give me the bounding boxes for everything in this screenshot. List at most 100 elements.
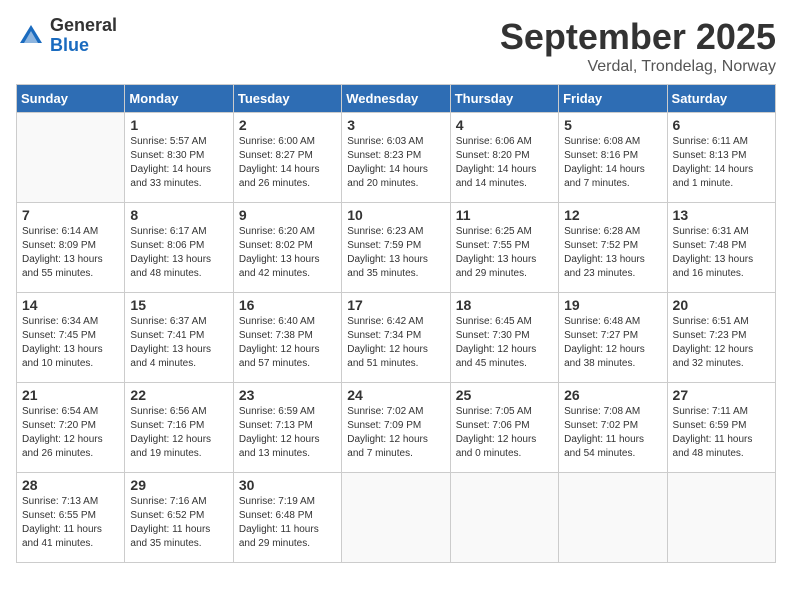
day-number: 15 bbox=[130, 297, 227, 313]
calendar-cell: 22Sunrise: 6:56 AM Sunset: 7:16 PM Dayli… bbox=[125, 383, 233, 473]
calendar-table: SundayMondayTuesdayWednesdayThursdayFrid… bbox=[16, 84, 776, 563]
calendar-cell: 8 Sunrise: 6:17 AM Sunset: 8:06 PM Daylig… bbox=[125, 203, 233, 293]
weekday-header: Saturday bbox=[667, 85, 775, 113]
day-number: 12 bbox=[564, 207, 661, 223]
day-info: Sunrise: 6:51 AM Sunset: 7:23 PM Dayligh… bbox=[673, 315, 770, 371]
weekday-header: Thursday bbox=[450, 85, 558, 113]
calendar-cell: 12 Sunrise: 6:28 AM Sunset: 7:52 PM Dayli… bbox=[559, 203, 667, 293]
logo-text: General Blue bbox=[50, 16, 117, 56]
logo-blue: Blue bbox=[50, 36, 117, 56]
calendar-cell bbox=[17, 113, 125, 203]
day-number: 27 bbox=[673, 387, 770, 403]
calendar-cell bbox=[450, 473, 558, 563]
day-number: 30 bbox=[239, 477, 336, 493]
day-info: Sunrise: 6:06 AM Sunset: 8:20 PM Dayligh… bbox=[456, 135, 553, 191]
day-number: 24 bbox=[347, 387, 444, 403]
day-info: Sunrise: 6:34 AM Sunset: 7:45 PM Dayligh… bbox=[22, 315, 119, 371]
calendar-cell: 10Sunrise: 6:23 AM Sunset: 7:59 PM Dayli… bbox=[342, 203, 450, 293]
day-info: Sunrise: 6:28 AM Sunset: 7:52 PM Dayligh… bbox=[564, 225, 661, 281]
day-number: 3 bbox=[347, 117, 444, 133]
day-number: 16 bbox=[239, 297, 336, 313]
day-number: 11 bbox=[456, 207, 553, 223]
weekday-header: Monday bbox=[125, 85, 233, 113]
day-info: Sunrise: 7:19 AM Sunset: 6:48 PM Dayligh… bbox=[239, 495, 336, 551]
weekday-header: Tuesday bbox=[233, 85, 341, 113]
calendar-week-row: 1 Sunrise: 5:57 AM Sunset: 8:30 PM Daylig… bbox=[17, 113, 776, 203]
calendar-cell: 9Sunrise: 6:20 AM Sunset: 8:02 PM Daylig… bbox=[233, 203, 341, 293]
weekday-header: Sunday bbox=[17, 85, 125, 113]
calendar-week-row: 14 Sunrise: 6:34 AM Sunset: 7:45 PM Dayli… bbox=[17, 293, 776, 383]
logo-general: General bbox=[50, 16, 117, 36]
calendar-week-row: 21 Sunrise: 6:54 AM Sunset: 7:20 PM Dayli… bbox=[17, 383, 776, 473]
calendar-cell: 1 Sunrise: 5:57 AM Sunset: 8:30 PM Daylig… bbox=[125, 113, 233, 203]
day-number: 14 bbox=[22, 297, 119, 313]
day-info: Sunrise: 6:31 AM Sunset: 7:48 PM Dayligh… bbox=[673, 225, 770, 281]
calendar-cell: 16 Sunrise: 6:40 AM Sunset: 7:38 PM Dayli… bbox=[233, 293, 341, 383]
day-info: Sunrise: 7:11 AM Sunset: 6:59 PM Dayligh… bbox=[673, 405, 770, 461]
calendar-cell: 19 Sunrise: 6:48 AM Sunset: 7:27 PM Dayli… bbox=[559, 293, 667, 383]
day-info: Sunrise: 6:08 AM Sunset: 8:16 PM Dayligh… bbox=[564, 135, 661, 191]
calendar-cell: 7 Sunrise: 6:14 AM Sunset: 8:09 PM Daylig… bbox=[17, 203, 125, 293]
calendar-cell: 23 Sunrise: 6:59 AM Sunset: 7:13 PM Dayli… bbox=[233, 383, 341, 473]
day-info: Sunrise: 7:02 AM Sunset: 7:09 PM Dayligh… bbox=[347, 405, 444, 461]
day-info: Sunrise: 7:08 AM Sunset: 7:02 PM Dayligh… bbox=[564, 405, 661, 461]
day-number: 28 bbox=[22, 477, 119, 493]
weekday-header: Wednesday bbox=[342, 85, 450, 113]
calendar-cell: 4 Sunrise: 6:06 AM Sunset: 8:20 PM Daylig… bbox=[450, 113, 558, 203]
day-info: Sunrise: 6:17 AM Sunset: 8:06 PM Dayligh… bbox=[130, 225, 227, 281]
logo: General Blue bbox=[16, 16, 117, 56]
calendar-cell: 15Sunrise: 6:37 AM Sunset: 7:41 PM Dayli… bbox=[125, 293, 233, 383]
day-info: Sunrise: 6:54 AM Sunset: 7:20 PM Dayligh… bbox=[22, 405, 119, 461]
month-title: September 2025 bbox=[500, 16, 776, 58]
day-info: Sunrise: 6:59 AM Sunset: 7:13 PM Dayligh… bbox=[239, 405, 336, 461]
calendar-cell: 14 Sunrise: 6:34 AM Sunset: 7:45 PM Dayli… bbox=[17, 293, 125, 383]
calendar-cell: 27 Sunrise: 7:11 AM Sunset: 6:59 PM Dayli… bbox=[667, 383, 775, 473]
day-info: Sunrise: 6:40 AM Sunset: 7:38 PM Dayligh… bbox=[239, 315, 336, 371]
calendar-cell: 17 Sunrise: 6:42 AM Sunset: 7:34 PM Dayli… bbox=[342, 293, 450, 383]
day-number: 23 bbox=[239, 387, 336, 403]
day-number: 2 bbox=[239, 117, 336, 133]
calendar-cell: 3 Sunrise: 6:03 AM Sunset: 8:23 PM Daylig… bbox=[342, 113, 450, 203]
title-section: September 2025 Verdal, Trondelag, Norway bbox=[500, 16, 776, 76]
day-number: 1 bbox=[130, 117, 227, 133]
day-info: Sunrise: 6:48 AM Sunset: 7:27 PM Dayligh… bbox=[564, 315, 661, 371]
day-info: Sunrise: 7:05 AM Sunset: 7:06 PM Dayligh… bbox=[456, 405, 553, 461]
calendar-week-row: 7 Sunrise: 6:14 AM Sunset: 8:09 PM Daylig… bbox=[17, 203, 776, 293]
calendar-cell bbox=[559, 473, 667, 563]
calendar-cell: 5 Sunrise: 6:08 AM Sunset: 8:16 PM Daylig… bbox=[559, 113, 667, 203]
day-number: 8 bbox=[130, 207, 227, 223]
day-info: Sunrise: 6:25 AM Sunset: 7:55 PM Dayligh… bbox=[456, 225, 553, 281]
calendar-cell: 26 Sunrise: 7:08 AM Sunset: 7:02 PM Dayli… bbox=[559, 383, 667, 473]
weekday-header: Friday bbox=[559, 85, 667, 113]
calendar-cell: 13Sunrise: 6:31 AM Sunset: 7:48 PM Dayli… bbox=[667, 203, 775, 293]
day-info: Sunrise: 6:23 AM Sunset: 7:59 PM Dayligh… bbox=[347, 225, 444, 281]
day-info: Sunrise: 6:03 AM Sunset: 8:23 PM Dayligh… bbox=[347, 135, 444, 191]
day-number: 6 bbox=[673, 117, 770, 133]
day-number: 26 bbox=[564, 387, 661, 403]
location: Verdal, Trondelag, Norway bbox=[500, 58, 776, 76]
calendar-cell: 18 Sunrise: 6:45 AM Sunset: 7:30 PM Dayli… bbox=[450, 293, 558, 383]
calendar-cell bbox=[667, 473, 775, 563]
calendar-week-row: 28 Sunrise: 7:13 AM Sunset: 6:55 PM Dayli… bbox=[17, 473, 776, 563]
day-number: 25 bbox=[456, 387, 553, 403]
day-number: 18 bbox=[456, 297, 553, 313]
day-number: 7 bbox=[22, 207, 119, 223]
calendar-cell: 28 Sunrise: 7:13 AM Sunset: 6:55 PM Dayli… bbox=[17, 473, 125, 563]
day-info: Sunrise: 7:13 AM Sunset: 6:55 PM Dayligh… bbox=[22, 495, 119, 551]
day-number: 5 bbox=[564, 117, 661, 133]
day-info: Sunrise: 6:45 AM Sunset: 7:30 PM Dayligh… bbox=[456, 315, 553, 371]
calendar-cell bbox=[342, 473, 450, 563]
calendar-cell: 11 Sunrise: 6:25 AM Sunset: 7:55 PM Dayli… bbox=[450, 203, 558, 293]
weekday-header-row: SundayMondayTuesdayWednesdayThursdayFrid… bbox=[17, 85, 776, 113]
day-info: Sunrise: 6:14 AM Sunset: 8:09 PM Dayligh… bbox=[22, 225, 119, 281]
day-info: Sunrise: 6:42 AM Sunset: 7:34 PM Dayligh… bbox=[347, 315, 444, 371]
calendar-cell: 6Sunrise: 6:11 AM Sunset: 8:13 PM Daylig… bbox=[667, 113, 775, 203]
day-number: 17 bbox=[347, 297, 444, 313]
day-number: 19 bbox=[564, 297, 661, 313]
calendar-cell: 29Sunrise: 7:16 AM Sunset: 6:52 PM Dayli… bbox=[125, 473, 233, 563]
day-info: Sunrise: 5:57 AM Sunset: 8:30 PM Dayligh… bbox=[130, 135, 227, 191]
day-number: 4 bbox=[456, 117, 553, 133]
day-number: 21 bbox=[22, 387, 119, 403]
calendar-cell: 30 Sunrise: 7:19 AM Sunset: 6:48 PM Dayli… bbox=[233, 473, 341, 563]
day-number: 9 bbox=[239, 207, 336, 223]
